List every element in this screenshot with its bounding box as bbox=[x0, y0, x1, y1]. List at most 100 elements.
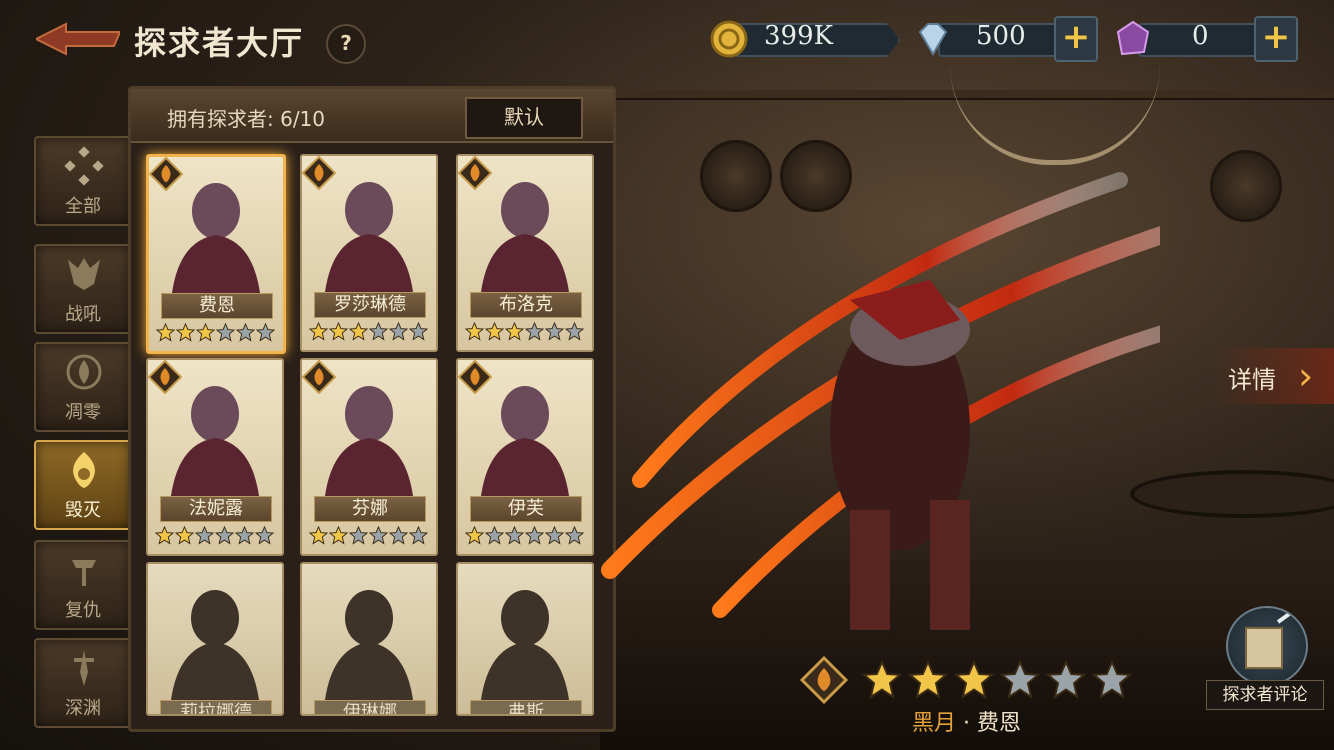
revenge-icon bbox=[72, 560, 96, 586]
destruction-icon bbox=[73, 452, 95, 488]
hero-name: 伊琳娜 bbox=[314, 700, 426, 714]
wither-icon bbox=[66, 354, 102, 390]
hero-name: 法妮露 bbox=[160, 496, 272, 522]
owned-count: 拥有探求者: 6/10 bbox=[167, 107, 326, 131]
star-empty-icon bbox=[216, 323, 235, 342]
tab-warcry[interactable]: 战吼 bbox=[34, 244, 132, 334]
star-empty-icon bbox=[485, 526, 504, 545]
hero-stars bbox=[156, 323, 276, 343]
star-filled-icon bbox=[485, 322, 504, 341]
hero-stars bbox=[309, 526, 429, 546]
star-filled-icon bbox=[175, 526, 194, 545]
hero-portrait bbox=[324, 590, 414, 708]
help-icon[interactable]: ? bbox=[326, 24, 366, 64]
star-empty-icon bbox=[256, 323, 275, 342]
star-empty-icon bbox=[409, 526, 428, 545]
hero-name: 弗斯 bbox=[470, 700, 582, 714]
hero-card[interactable]: 法妮露 bbox=[146, 358, 284, 556]
star-filled-icon bbox=[309, 526, 328, 545]
tab-all-label: 全部 bbox=[65, 196, 101, 217]
add-diamond-button[interactable]: + bbox=[1054, 16, 1098, 62]
hero-card[interactable]: 费恩 bbox=[146, 154, 286, 354]
destruction-faction-badge-icon bbox=[800, 656, 848, 704]
crystal-currency: 0 + bbox=[1114, 16, 1324, 62]
hero-stars bbox=[309, 322, 429, 342]
tab-destruction[interactable]: 毁灭 bbox=[34, 440, 132, 530]
tab-all[interactable]: 全部 bbox=[34, 136, 132, 226]
star-filled-icon bbox=[309, 322, 328, 341]
add-crystal-button[interactable]: + bbox=[1254, 16, 1298, 62]
background-table bbox=[1130, 470, 1334, 518]
tab-warcry-label: 战吼 bbox=[65, 304, 101, 325]
star-filled-icon bbox=[908, 660, 948, 700]
destruction-badge-icon bbox=[148, 360, 182, 394]
destruction-badge-icon bbox=[458, 156, 492, 190]
star-empty-icon bbox=[505, 526, 524, 545]
tab-wither[interactable]: 凋零 bbox=[34, 342, 132, 432]
hero-name: 布洛克 bbox=[470, 292, 582, 318]
star-filled-icon bbox=[349, 322, 368, 341]
gold-currency: 399K bbox=[710, 20, 900, 58]
star-filled-icon bbox=[196, 323, 215, 342]
tab-abyss[interactable]: 深渊 bbox=[34, 638, 132, 728]
star-empty-icon bbox=[235, 526, 254, 545]
hero-name: 莉拉娜德 bbox=[160, 700, 272, 714]
hero-name: 芬娜 bbox=[314, 496, 426, 522]
abyss-icon bbox=[74, 650, 94, 686]
panel-header: 拥有探求者: 6/10 默认 bbox=[131, 89, 613, 143]
back-arrow-icon bbox=[33, 22, 122, 56]
hero-card[interactable]: 布洛克 bbox=[456, 154, 594, 352]
destruction-badge-icon bbox=[458, 360, 492, 394]
character-faction: 黑月 bbox=[912, 711, 957, 736]
star-empty-icon bbox=[409, 322, 428, 341]
tab-revenge-label: 复仇 bbox=[65, 600, 101, 621]
star-empty-icon bbox=[1000, 660, 1040, 700]
star-empty-icon bbox=[195, 526, 214, 545]
star-filled-icon bbox=[329, 322, 348, 341]
star-empty-icon bbox=[545, 322, 564, 341]
reviews-button[interactable]: 探求者评论 bbox=[1206, 606, 1324, 714]
hero-card[interactable]: 罗莎琳德 bbox=[300, 154, 438, 352]
background-barrel bbox=[1210, 150, 1282, 222]
star-empty-icon bbox=[525, 322, 544, 341]
diamond-icon bbox=[918, 23, 948, 56]
destruction-badge-icon bbox=[302, 360, 336, 394]
star-filled-icon bbox=[155, 526, 174, 545]
hero-card[interactable]: 莉拉娜德 bbox=[146, 562, 284, 716]
hero-card[interactable]: 伊琳娜 bbox=[300, 562, 438, 716]
hero-stars bbox=[465, 322, 585, 342]
hero-card[interactable]: 弗斯 bbox=[456, 562, 594, 716]
star-filled-icon bbox=[176, 323, 195, 342]
character-illustration bbox=[601, 172, 1289, 630]
star-filled-icon bbox=[505, 322, 524, 341]
tab-revenge[interactable]: 复仇 bbox=[34, 540, 132, 630]
gold-coin-icon bbox=[710, 20, 748, 58]
star-empty-icon bbox=[1046, 660, 1086, 700]
tab-destruction-label: 毁灭 bbox=[65, 500, 101, 521]
tab-wither-label: 凋零 bbox=[65, 402, 101, 423]
hero-card[interactable]: 芬娜 bbox=[300, 358, 438, 556]
detail-stars bbox=[862, 660, 1132, 700]
details-button[interactable]: 详情 › bbox=[1212, 348, 1334, 404]
star-empty-icon bbox=[1092, 660, 1132, 700]
diamond-amount: 500 bbox=[976, 21, 1026, 51]
all-icon bbox=[64, 146, 104, 186]
star-empty-icon bbox=[369, 526, 388, 545]
warcry-icon bbox=[68, 258, 100, 290]
star-empty-icon bbox=[525, 526, 544, 545]
star-filled-icon bbox=[954, 660, 994, 700]
diamond-currency: 500 + bbox=[914, 16, 1124, 62]
tab-abyss-label: 深渊 bbox=[65, 698, 101, 719]
star-empty-icon bbox=[369, 322, 388, 341]
back-button[interactable] bbox=[33, 22, 122, 56]
hero-card[interactable]: 伊芙 bbox=[456, 358, 594, 556]
chevron-right-icon: › bbox=[1298, 354, 1314, 398]
default-sort-button[interactable]: 默认 bbox=[465, 97, 583, 139]
star-filled-icon bbox=[465, 526, 484, 545]
star-empty-icon bbox=[565, 526, 584, 545]
hero-portrait bbox=[170, 590, 260, 708]
character-display[interactable] bbox=[600, 170, 1289, 670]
star-filled-icon bbox=[465, 322, 484, 341]
destruction-badge-icon bbox=[149, 157, 183, 191]
destruction-badge-icon bbox=[302, 156, 336, 190]
